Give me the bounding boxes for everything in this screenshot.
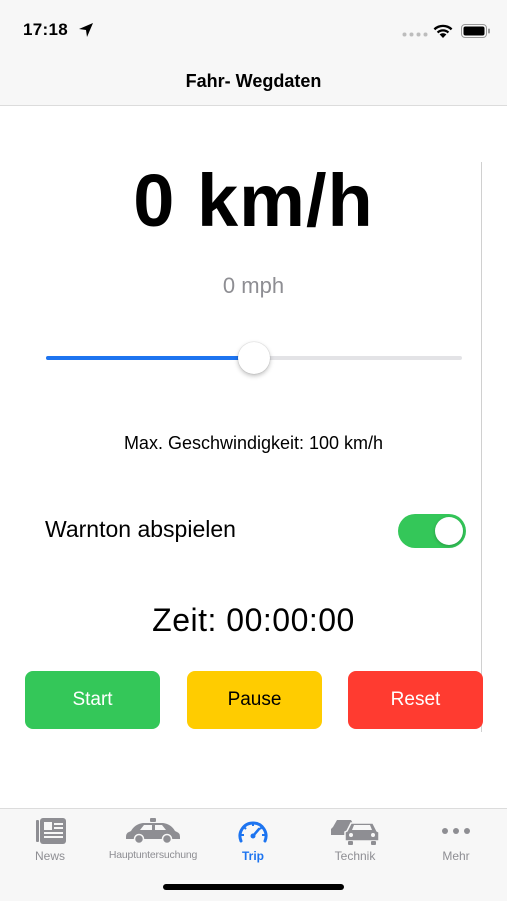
max-speed-label: Max. Geschwindigkeit: 100 km/h (123, 433, 384, 453)
tab-label-mehr: Mehr (442, 849, 470, 863)
more-dots-icon (442, 828, 470, 834)
slider-thumb[interactable] (238, 342, 270, 374)
speed-kmh-display: 0 km/h (133, 159, 374, 242)
tab-technik[interactable]: Technik (305, 815, 405, 871)
battery-icon (461, 24, 490, 38)
toggle-knob (435, 517, 463, 545)
wifi-icon (433, 24, 453, 38)
tab-label-trip: Trip (241, 849, 264, 863)
home-indicator (163, 884, 344, 890)
cars-icon (331, 820, 380, 845)
location-arrow-icon (79, 23, 93, 37)
warning-sound-toggle[interactable] (398, 514, 466, 548)
start-button[interactable]: Start (25, 671, 160, 729)
warning-sound-label: Warnton abspielen (45, 516, 236, 542)
page-title: Fahr- Wegdaten (185, 71, 322, 91)
news-icon (36, 818, 66, 844)
elapsed-time-display: Zeit: 00:00:00 (152, 602, 355, 638)
cellular-signal-icon (402, 32, 428, 37)
speed-mph-display: 0 mph (222, 273, 285, 298)
tab-label-hauptuntersuchung: Hauptuntersuchung (108, 849, 198, 861)
status-time: 17:18 (23, 20, 68, 39)
pause-button[interactable]: Pause (187, 671, 322, 729)
status-bar: 17:18 (0, 0, 507, 60)
reset-button[interactable]: Reset (348, 671, 483, 729)
speedometer-icon (238, 821, 268, 843)
tab-trip[interactable]: Trip (203, 815, 303, 871)
tab-label-news: News (34, 849, 65, 863)
tab-label-technik: Technik (334, 849, 376, 863)
car-inspection-icon (126, 818, 180, 845)
tab-news[interactable]: News (0, 815, 100, 871)
max-speed-slider[interactable] (46, 338, 462, 378)
navigation-bar: Fahr- Wegdaten (0, 60, 507, 106)
slider-fill (46, 356, 254, 360)
tab-hauptuntersuchung[interactable]: Hauptuntersuchung (103, 815, 203, 871)
tab-mehr[interactable]: Mehr (406, 815, 506, 871)
